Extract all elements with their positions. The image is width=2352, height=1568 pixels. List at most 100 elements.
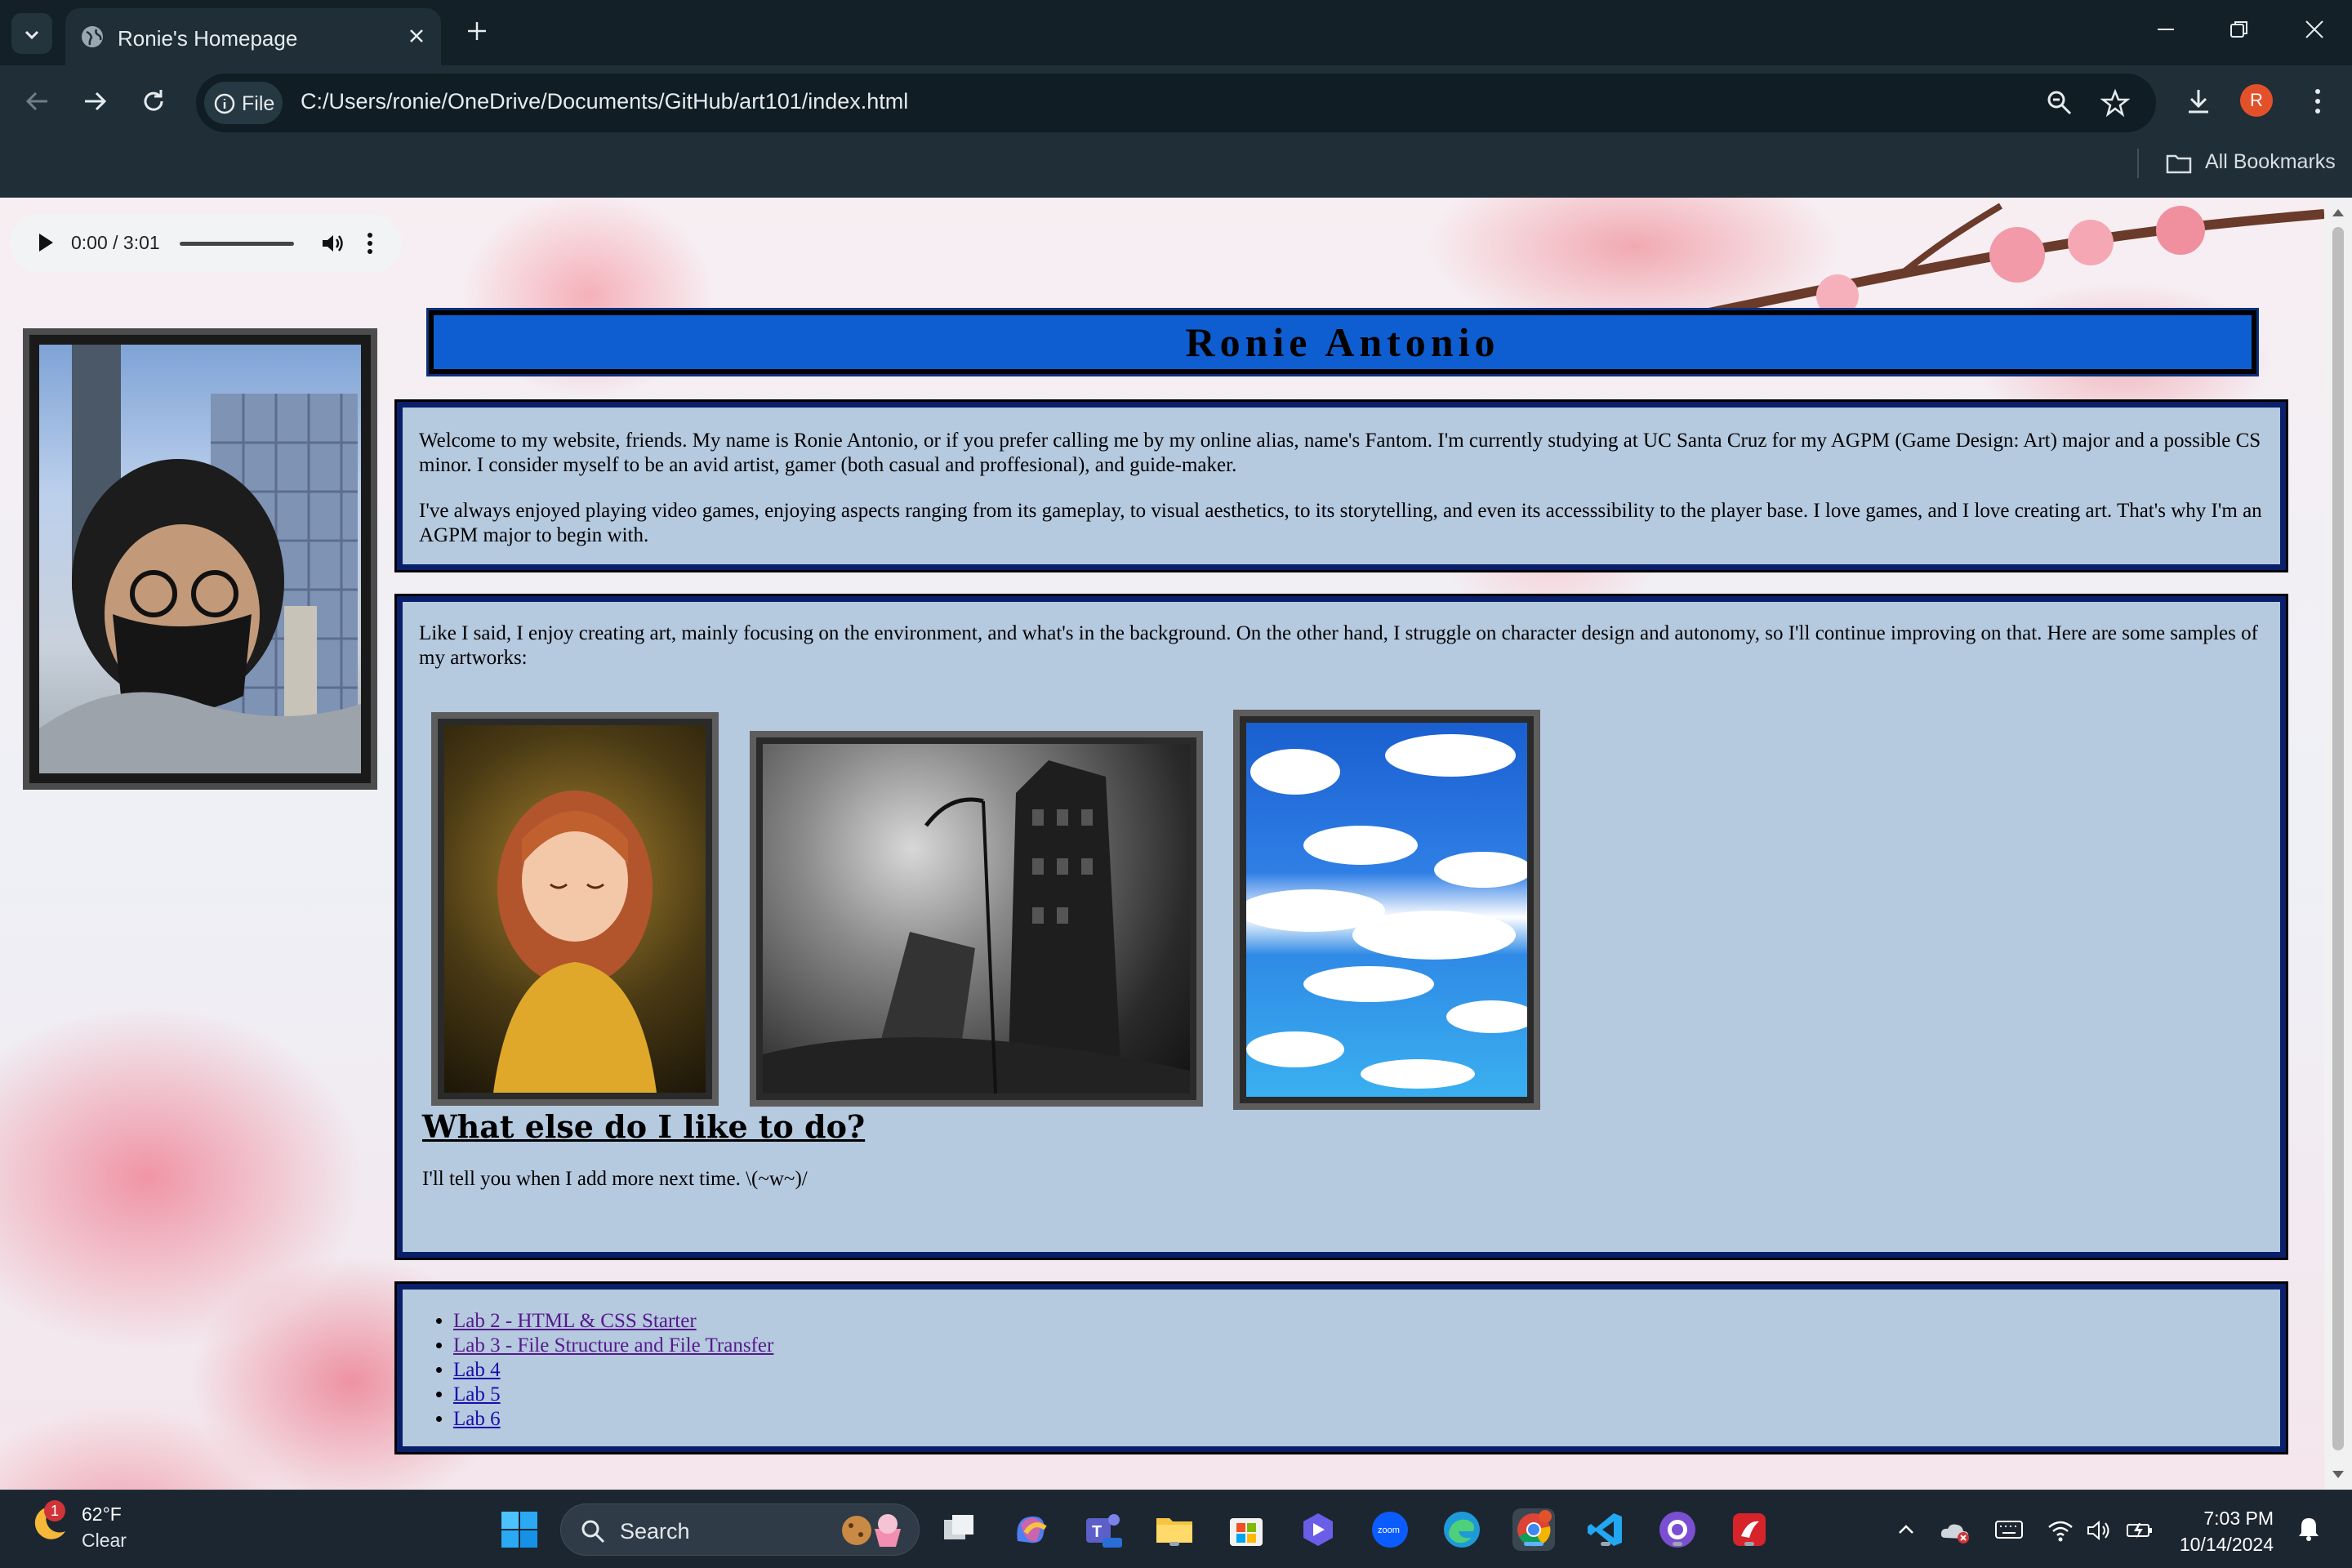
tab-ronies-homepage[interactable]: Ronie's Homepage	[65, 8, 441, 65]
close-window-icon[interactable]	[2303, 18, 2326, 41]
clock-time: 7:03 PM	[2203, 1508, 2274, 1529]
weather-widget[interactable]: 1 62°F Clear	[29, 1500, 127, 1551]
url-text[interactable]: C:/Users/ronie/OneDrive/Documents/GitHub…	[301, 89, 908, 114]
edge-app[interactable]	[1441, 1508, 1483, 1551]
labs-link-list: Lab 2 - HTML & CSS Starter Lab 3 - File …	[453, 1309, 773, 1432]
bookmarks-separator	[2137, 149, 2139, 178]
site-info-chip[interactable]: File	[204, 82, 283, 124]
minimize-icon[interactable]	[2154, 18, 2177, 41]
zoom-icon: zoom	[1372, 1512, 1408, 1548]
onedrive-icon[interactable]	[1939, 1518, 1971, 1544]
downloads-icon[interactable]	[2182, 85, 2215, 118]
store-icon	[1230, 1518, 1263, 1546]
list-item: Lab 5	[453, 1383, 773, 1407]
weather-condition: Clear	[82, 1530, 127, 1551]
scroll-up-arrow[interactable]	[2332, 209, 2344, 216]
site-info-label: File	[242, 92, 275, 115]
chevron-up-icon[interactable]	[1895, 1518, 1918, 1541]
github-desktop-app[interactable]	[1656, 1508, 1699, 1551]
page-scrollbar[interactable]	[2324, 198, 2352, 1490]
browser-toolbar: File C:/Users/ronie/OneDrive/Documents/G…	[0, 65, 2352, 139]
file-explorer-app[interactable]	[1153, 1508, 1196, 1551]
microsoft-store-app[interactable]	[1225, 1508, 1267, 1551]
system-clock[interactable]: 7:03 PM 10/14/2024	[2180, 1505, 2274, 1557]
artwork-girl	[431, 712, 719, 1106]
notification-bell-icon[interactable]	[2295, 1515, 2323, 1543]
running-indicator	[1601, 1542, 1610, 1546]
audio-progress-slider[interactable]	[180, 242, 294, 246]
all-bookmarks-label: All Bookmarks	[2205, 150, 2336, 173]
audio-time: 0:00 / 3:01	[71, 232, 160, 253]
zoom-icon[interactable]	[2045, 88, 2074, 118]
search-icon	[581, 1520, 605, 1544]
info-icon	[214, 93, 235, 114]
teams-icon: T	[1086, 1514, 1122, 1548]
intro-paragraph-1: Welcome to my website, friends. My name …	[419, 430, 2261, 476]
link-lab-2[interactable]: Lab 2 - HTML & CSS Starter	[453, 1310, 697, 1332]
active-indicator	[1524, 1542, 1544, 1546]
chrome-app[interactable]	[1512, 1508, 1555, 1551]
close-tab-icon[interactable]	[407, 26, 426, 46]
name-heading-box: Ronie Antonio	[426, 308, 2259, 376]
zoom-app[interactable]: zoom	[1369, 1508, 1411, 1551]
profile-avatar[interactable]: R	[2240, 84, 2273, 117]
link-lab-6[interactable]: Lab 6	[453, 1408, 501, 1430]
edge-icon	[1444, 1512, 1480, 1548]
weather-temp: 62°F	[82, 1503, 122, 1525]
tab-title: Ronie's Homepage	[118, 26, 298, 51]
tab-strip: Ronie's Homepage	[0, 0, 2352, 65]
labs-links-panel: Lab 2 - HTML & CSS Starter Lab 3 - File …	[394, 1281, 2288, 1454]
what-else-text: I'll tell you when I add more next time.…	[422, 1168, 808, 1190]
bookmark-star-icon[interactable]	[2100, 88, 2130, 118]
copilot-app[interactable]	[1009, 1508, 1052, 1551]
artwork-sky	[1233, 710, 1540, 1110]
bookmarks-bar: All Bookmarks	[0, 139, 2352, 198]
folder-icon	[2166, 154, 2192, 174]
audio-player: 0:00 / 3:01	[10, 214, 402, 273]
forward-icon[interactable]	[78, 85, 111, 118]
svg-text:T: T	[1092, 1523, 1102, 1541]
wifi-icon[interactable]	[2047, 1518, 2074, 1543]
svg-text:zoom: zoom	[1378, 1526, 1400, 1535]
what-else-heading: What else do I like to do?	[422, 1108, 866, 1145]
audio-more-icon[interactable]	[366, 232, 374, 255]
link-lab-4[interactable]: Lab 4	[453, 1359, 501, 1381]
restore-icon[interactable]	[2228, 18, 2251, 41]
link-lab-5[interactable]: Lab 5	[453, 1383, 501, 1405]
keyboard-icon[interactable]	[1994, 1518, 2024, 1541]
battery-icon[interactable]	[2125, 1518, 2154, 1543]
play-icon[interactable]	[39, 234, 53, 252]
taskbar-search[interactable]: Search	[560, 1503, 920, 1556]
scroll-thumb[interactable]	[2332, 227, 2344, 1450]
back-icon[interactable]	[21, 85, 54, 118]
speaker-icon[interactable]	[2086, 1518, 2112, 1543]
vscode-app[interactable]	[1584, 1508, 1627, 1551]
automate-icon	[1303, 1513, 1333, 1546]
clock-date: 10/14/2024	[2179, 1534, 2274, 1555]
task-view-button[interactable]	[938, 1508, 980, 1551]
address-bar[interactable]: File C:/Users/ronie/OneDrive/Documents/G…	[196, 74, 2156, 132]
reload-icon[interactable]	[137, 85, 170, 118]
scroll-down-arrow[interactable]	[2332, 1471, 2344, 1478]
running-indicator	[1673, 1542, 1682, 1546]
menu-kebab-icon[interactable]	[2303, 85, 2332, 118]
power-automate-app[interactable]	[1297, 1508, 1339, 1551]
security-app[interactable]	[1728, 1508, 1771, 1551]
all-bookmarks-button[interactable]: All Bookmarks	[2164, 149, 2336, 182]
list-item: Lab 3 - File Structure and File Transfer	[453, 1334, 773, 1358]
tab-search-button[interactable]	[11, 13, 52, 54]
globe-icon	[82, 26, 103, 47]
volume-icon[interactable]	[320, 231, 345, 256]
new-tab-icon[interactable]	[464, 18, 490, 44]
link-lab-3[interactable]: Lab 3 - File Structure and File Transfer	[453, 1334, 773, 1356]
intro-panel: Welcome to my website, friends. My name …	[394, 399, 2288, 572]
list-item: Lab 6	[453, 1407, 773, 1432]
profile-photo	[23, 328, 377, 790]
artwork-panel: Like I said, I enjoy creating art, mainl…	[394, 594, 2288, 1260]
copilot-icon	[1017, 1516, 1047, 1544]
teams-app[interactable]: T	[1081, 1508, 1124, 1551]
windows-start-icon[interactable]	[500, 1510, 539, 1549]
page-viewport: 0:00 / 3:01 Ronie Antonio Welcome to my …	[0, 198, 2324, 1490]
artwork-ruined-city	[750, 731, 1203, 1107]
running-indicator	[1169, 1542, 1179, 1546]
